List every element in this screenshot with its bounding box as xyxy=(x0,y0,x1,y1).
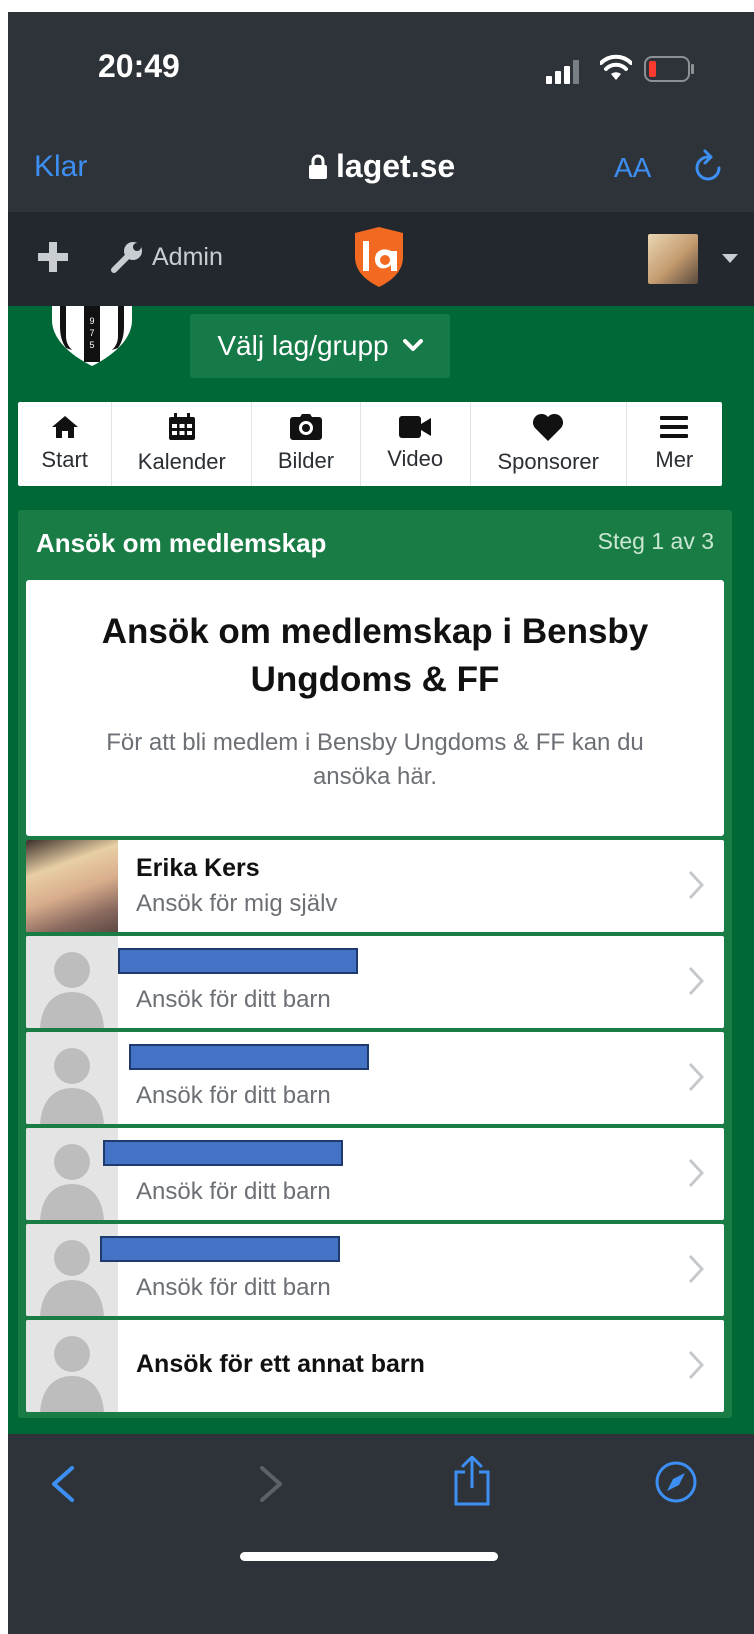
video-icon xyxy=(399,416,432,438)
home-indicator[interactable] xyxy=(240,1552,498,1561)
share-icon[interactable] xyxy=(452,1456,492,1506)
laget-logo[interactable] xyxy=(353,227,405,287)
team-select-label: Välj lag/grupp xyxy=(217,330,389,361)
text-size-button[interactable]: AA xyxy=(614,152,651,184)
chevron-right-icon xyxy=(688,1158,704,1188)
nav-mer[interactable]: Mer xyxy=(627,402,722,486)
back-icon[interactable] xyxy=(48,1464,78,1504)
main-nav: Start Kalender Bilder Video Sponsorer Me… xyxy=(18,402,722,486)
redacted-name xyxy=(118,948,358,974)
applicant-name: Erika Kers xyxy=(136,854,260,882)
svg-text:7: 7 xyxy=(89,328,94,338)
svg-text:9: 9 xyxy=(89,316,94,326)
nav-label: Bilder xyxy=(277,448,335,473)
home-icon xyxy=(51,416,78,438)
redacted-name xyxy=(100,1236,340,1262)
nav-kalender[interactable]: Kalender xyxy=(112,402,253,486)
chevron-right-icon xyxy=(688,966,704,996)
admin-link[interactable]: Admin xyxy=(110,240,223,274)
nav-label: Video xyxy=(387,446,444,471)
chevron-down-icon[interactable] xyxy=(722,254,738,263)
compass-icon[interactable] xyxy=(654,1460,698,1504)
battery-icon xyxy=(644,56,694,82)
cellular-signal-icon xyxy=(546,60,579,84)
apply-other-child-label: Ansök för ett annat barn xyxy=(136,1350,425,1378)
person-silhouette-icon xyxy=(40,1336,104,1412)
applicant-row[interactable]: Ansök för ditt barn xyxy=(26,1128,724,1220)
wifi-icon xyxy=(600,54,632,80)
status-bar: 20:49 xyxy=(8,12,754,112)
nav-label: Start xyxy=(41,447,88,472)
applicant-row[interactable]: Ansök för ditt barn xyxy=(26,936,724,1028)
applicant-action: Ansök för ditt barn xyxy=(136,986,331,1013)
nav-label: Kalender xyxy=(137,449,226,474)
admin-label: Admin xyxy=(152,242,223,271)
svg-text:5: 5 xyxy=(89,340,94,350)
user-avatar[interactable] xyxy=(648,234,698,284)
nav-label: Mer xyxy=(655,447,694,472)
menu-icon xyxy=(660,416,689,438)
nav-bilder[interactable]: Bilder xyxy=(252,402,361,486)
plus-icon[interactable] xyxy=(38,242,68,272)
phone-screen: 20:49 Klar laget.se AA Admin 9 7 5 Välj … xyxy=(8,12,754,1634)
applicant-row[interactable]: Ansök för ditt barn xyxy=(26,1032,724,1124)
chevron-right-icon xyxy=(688,870,704,900)
applicant-action: Ansök för ditt barn xyxy=(136,1178,331,1205)
applicant-row[interactable]: Erika Kers Ansök för mig själv xyxy=(26,840,724,932)
applicant-action: Ansök för mig själv xyxy=(136,890,338,917)
chevron-right-icon xyxy=(688,1062,704,1092)
browser-toolbar xyxy=(8,1434,754,1634)
person-silhouette-icon xyxy=(40,952,104,1028)
nav-video[interactable]: Video xyxy=(361,402,471,486)
calendar-icon xyxy=(168,413,195,440)
redacted-name xyxy=(129,1044,369,1070)
lock-icon xyxy=(309,154,327,179)
done-button[interactable]: Klar xyxy=(34,150,87,184)
clock: 20:49 xyxy=(98,48,180,84)
panel-title: Ansök om medlemskap xyxy=(36,528,327,558)
team-select[interactable]: Välj lag/grupp xyxy=(190,314,450,378)
apply-other-child-row[interactable]: Ansök för ett annat barn xyxy=(26,1320,724,1412)
membership-panel: Ansök om medlemskap Steg 1 av 3 Ansök om… xyxy=(18,510,732,1418)
app-header: Admin xyxy=(8,212,754,306)
intro-text: För att bli medlem i Bensby Ungdoms & FF… xyxy=(106,729,644,790)
redacted-name xyxy=(103,1140,343,1166)
applicant-action: Ansök för ditt barn xyxy=(136,1274,331,1301)
step-indicator: Steg 1 av 3 xyxy=(597,528,714,554)
page-content: 9 7 5 Välj lag/grupp Start Kalender Bild… xyxy=(8,306,754,1434)
nav-label: Sponsorer xyxy=(497,449,599,474)
camera-icon xyxy=(289,414,322,440)
club-crest[interactable]: 9 7 5 xyxy=(52,306,132,366)
placeholder-avatar xyxy=(26,936,118,1028)
profile-photo xyxy=(26,840,118,932)
browser-bar: Klar laget.se AA xyxy=(8,112,754,212)
url-text: laget.se xyxy=(336,148,456,184)
nav-sponsorer[interactable]: Sponsorer xyxy=(471,402,627,486)
reload-icon[interactable] xyxy=(692,148,726,184)
applicant-row[interactable]: Ansök för ditt barn xyxy=(26,1224,724,1316)
chevron-down-icon xyxy=(402,339,423,351)
applicant-action: Ansök för ditt barn xyxy=(136,1082,331,1109)
placeholder-avatar xyxy=(26,1320,118,1412)
page-title: Ansök om medlemskap i Bensby Ungdoms & F… xyxy=(101,612,649,699)
forward-icon[interactable] xyxy=(256,1464,286,1504)
person-silhouette-icon xyxy=(40,1048,104,1124)
wrench-icon xyxy=(111,242,142,273)
chevron-right-icon xyxy=(688,1350,704,1380)
heart-icon xyxy=(533,413,564,441)
nav-start[interactable]: Start xyxy=(18,402,113,486)
address-field[interactable]: laget.se xyxy=(308,148,455,185)
placeholder-avatar xyxy=(26,1032,118,1124)
intro-card: Ansök om medlemskap i Bensby Ungdoms & F… xyxy=(26,580,724,836)
chevron-right-icon xyxy=(688,1254,704,1284)
